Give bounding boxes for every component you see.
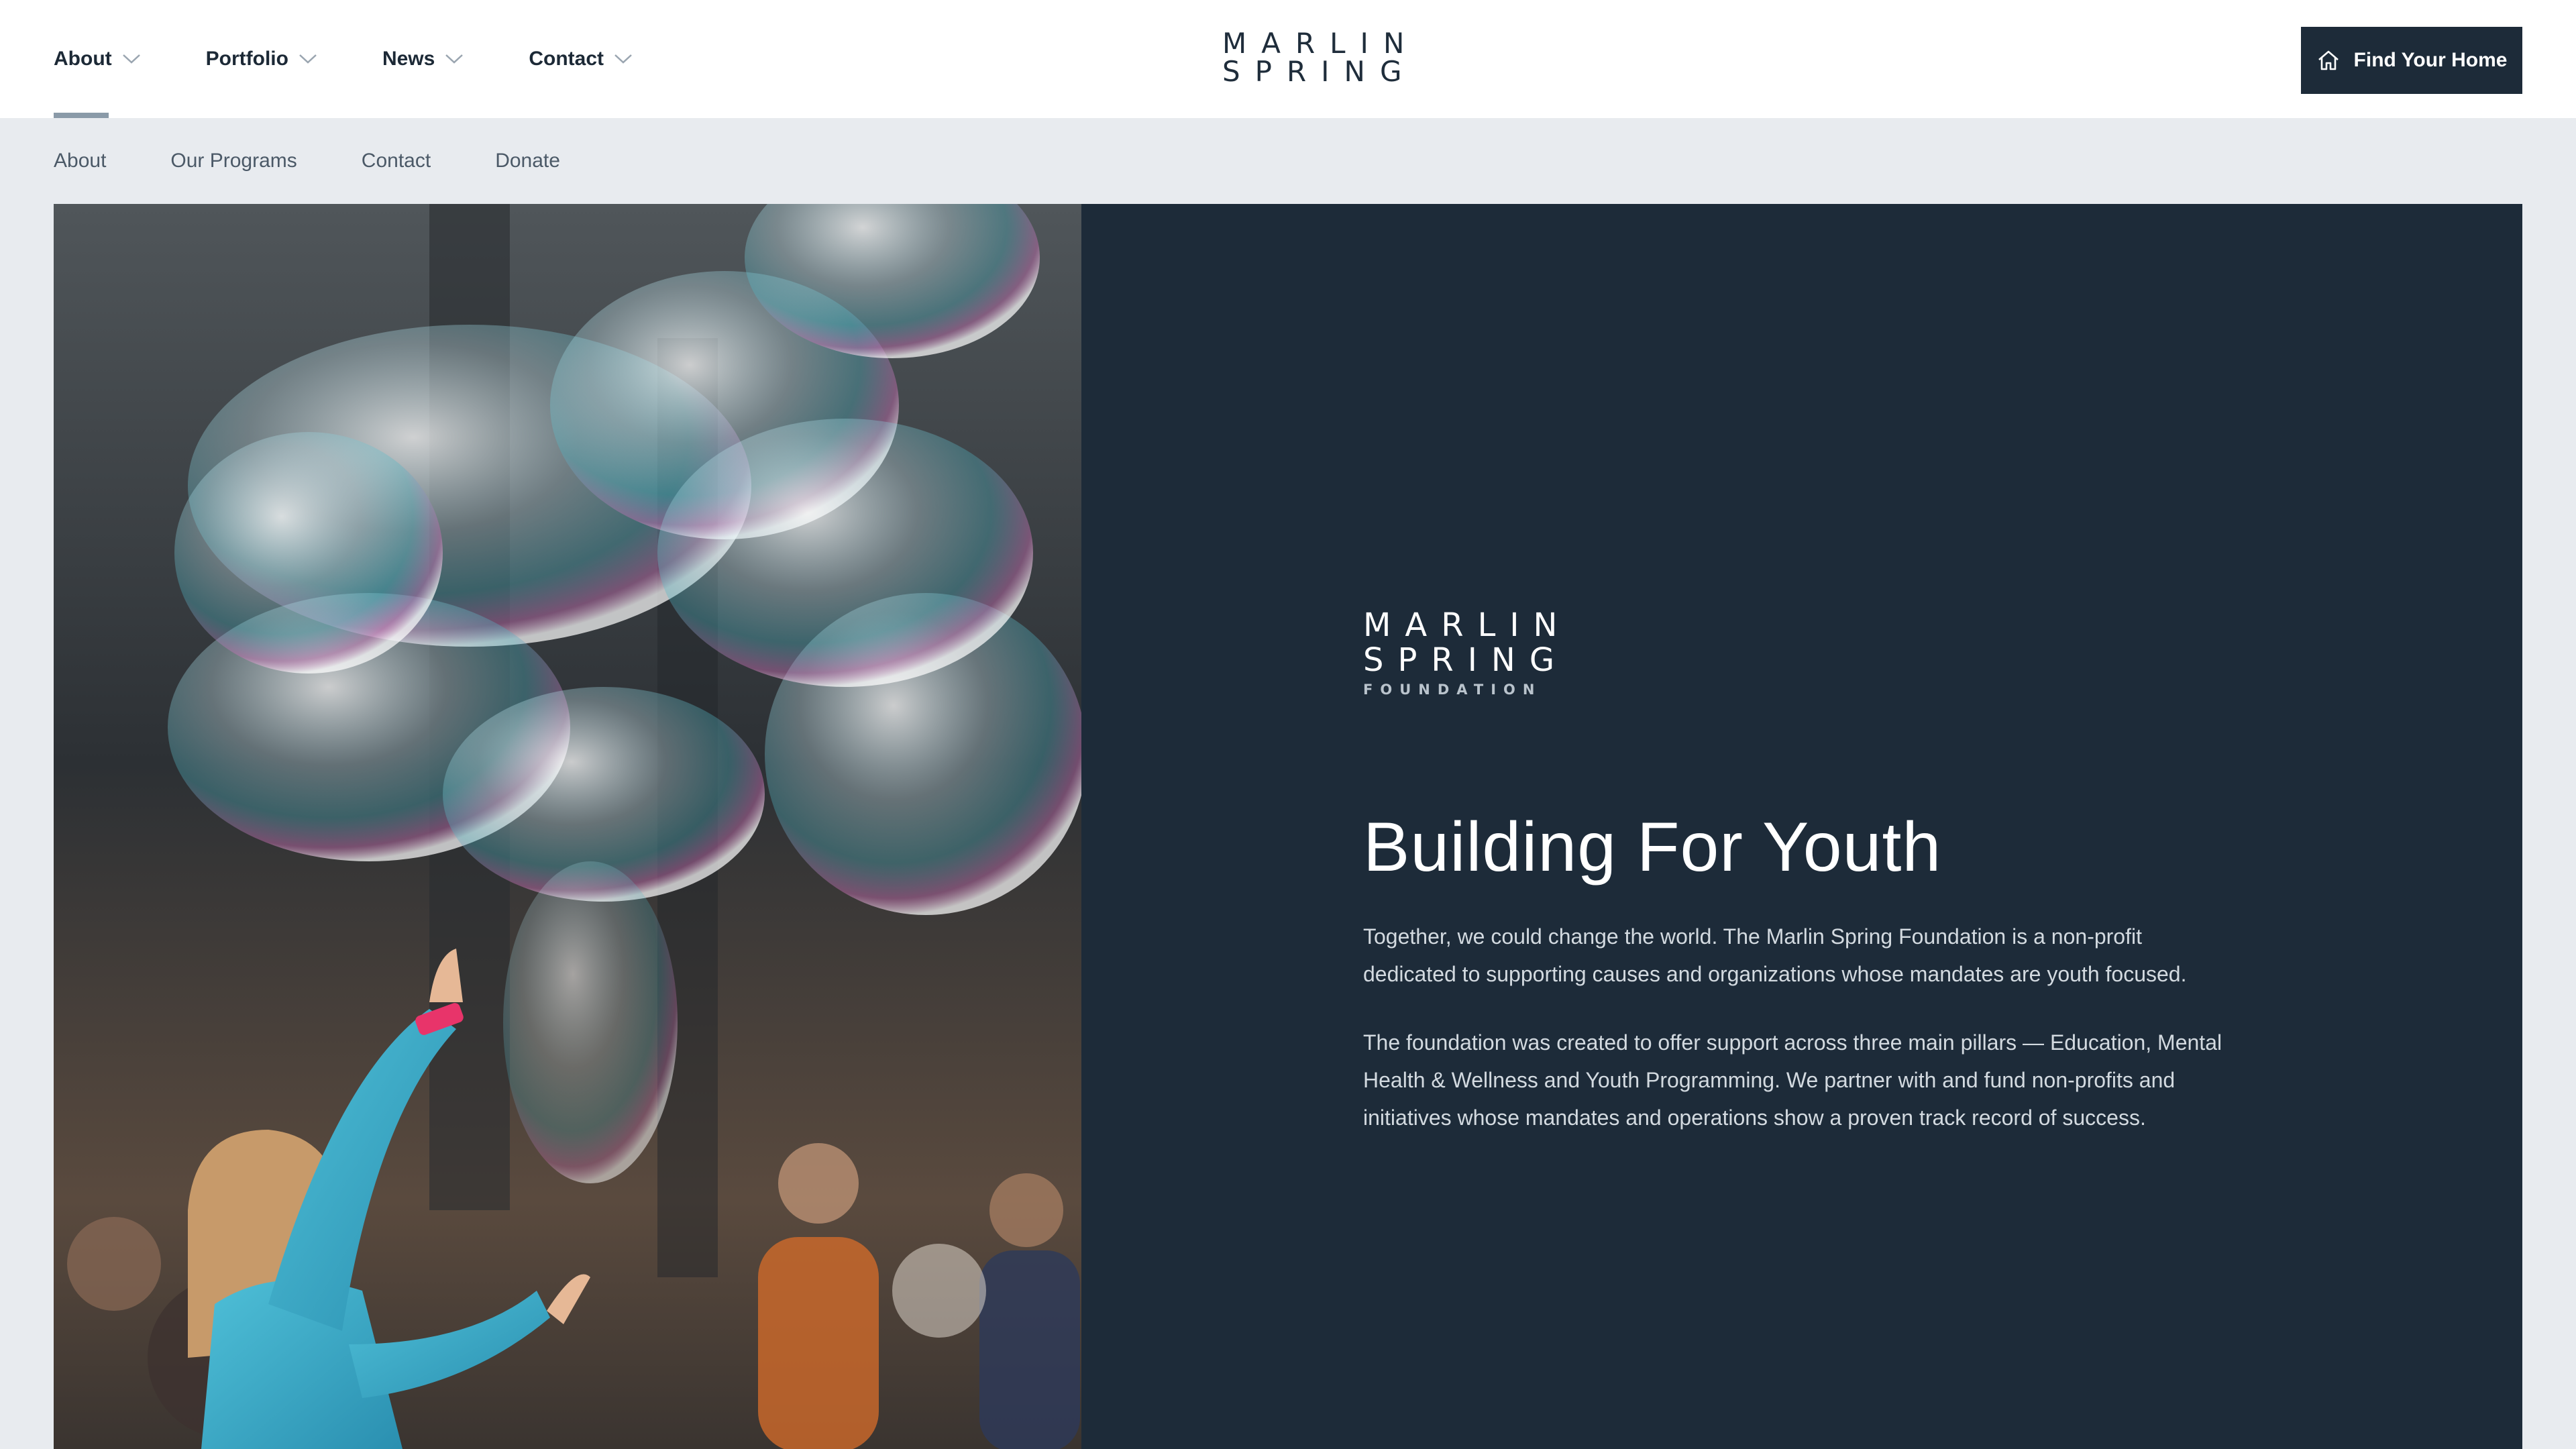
- nav-portfolio-label: Portfolio: [205, 48, 288, 70]
- sub-nav: About Our Programs Contact Donate: [54, 118, 625, 204]
- hero-title: Building For Youth: [1363, 808, 1942, 886]
- subnav-item-about[interactable]: About: [54, 150, 106, 172]
- foundation-logo-line-3: FOUNDATION: [1363, 682, 1542, 698]
- foundation-logo-line-2: SPRING: [1363, 641, 1569, 679]
- brand-line-2: SPRING: [1222, 55, 1417, 88]
- foundation-logo-line-1: MARLIN: [1363, 606, 1572, 644]
- chevron-down-icon: [299, 54, 317, 64]
- hero-panel: MARLIN SPRING FOUNDATION Building For Yo…: [1081, 204, 2522, 1449]
- nav-news[interactable]: News: [382, 0, 464, 118]
- nav-news-label: News: [382, 48, 435, 70]
- home-icon: [2318, 50, 2339, 70]
- nav-about[interactable]: About: [54, 0, 142, 118]
- chevron-down-icon: [122, 54, 140, 64]
- subnav-item-contact[interactable]: Contact: [362, 150, 431, 172]
- nav-about-label: About: [54, 48, 112, 70]
- brand-logo[interactable]: MARLIN SPRING: [1208, 27, 1419, 88]
- nav-portfolio[interactable]: Portfolio: [206, 0, 318, 118]
- chevron-down-icon: [445, 54, 464, 64]
- nav-contact[interactable]: Contact: [529, 0, 633, 118]
- site-header: About Portfolio News Contact MARLIN SPRI…: [0, 0, 2576, 118]
- brand-line-1: MARLIN: [1222, 27, 1419, 60]
- main-nav: About Portfolio News Contact: [54, 0, 698, 118]
- subnav-item-donate[interactable]: Donate: [495, 150, 560, 172]
- nav-contact-label: Contact: [529, 48, 604, 70]
- hero-paragraph-2: The foundation was created to offer supp…: [1363, 1030, 2222, 1130]
- find-your-home-button[interactable]: Find Your Home: [2301, 27, 2522, 94]
- hero-photo: [54, 204, 1081, 1449]
- chevron-down-icon: [614, 54, 632, 64]
- foundation-logo: MARLIN SPRING FOUNDATION: [1363, 608, 1571, 698]
- child-bubbles-photo: [54, 204, 1081, 1449]
- hero-paragraph-1: Together, we could change the world. The…: [1363, 924, 2187, 986]
- find-your-home-label: Find Your Home: [2353, 49, 2508, 71]
- subnav-item-our-programs[interactable]: Our Programs: [170, 150, 297, 172]
